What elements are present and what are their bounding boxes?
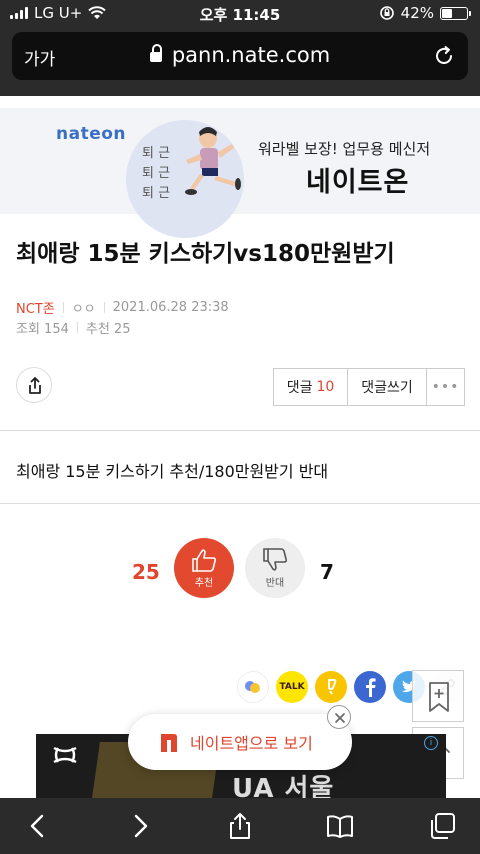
address-bar[interactable]: 가가 pann.nate.com (12, 32, 468, 80)
write-comment-button[interactable]: 댓글쓰기 (348, 369, 427, 405)
divider (62, 302, 64, 313)
browser-chrome: LG U+ 오후 11:45 42% 가가 pann.nate.com (0, 0, 480, 96)
open-in-app-button[interactable]: 네이트앱으로 보기 (128, 714, 352, 770)
author-name: ㅇㅇ (71, 302, 96, 317)
forward-icon[interactable] (126, 812, 154, 840)
article-meta: NCT존 ㅇㅇ 2021.06.28 23:38 (16, 298, 229, 317)
back-icon[interactable] (24, 812, 52, 840)
article-body: 최애랑 15분 키스하기 추천/180만원받기 반대 (16, 462, 329, 481)
share-icon (29, 377, 41, 394)
view-count: 조회 154 (16, 322, 69, 337)
open-in-app-label: 네이트앱으로 보기 (190, 734, 313, 753)
running-man-illustration (185, 127, 241, 195)
browser-toolbar (0, 798, 480, 854)
kakaostory-share-icon[interactable] (237, 671, 269, 703)
oppose-label: 반대 (265, 577, 285, 589)
ad-subtitle: 워라벨 보장! 업무용 메신저 (258, 140, 431, 158)
upvote-count: 25 (132, 560, 160, 584)
nate-logo-icon (161, 734, 177, 752)
comments-button[interactable]: 댓글 10 (274, 369, 348, 405)
ad-text: UA 서울 (232, 774, 335, 798)
category-link[interactable]: NCT존 (16, 298, 55, 317)
lock-icon (149, 44, 162, 63)
facebook-share-icon[interactable] (354, 671, 386, 703)
under-armour-logo (53, 746, 77, 764)
nateon-logo: nateon (56, 124, 127, 144)
oppose-button[interactable]: 반대 (245, 538, 305, 598)
close-app-banner-button[interactable] (327, 705, 351, 729)
ad-info-icon[interactable]: i (424, 736, 438, 750)
divider (0, 430, 480, 431)
reload-icon[interactable] (432, 44, 456, 68)
share-button[interactable] (16, 367, 52, 403)
battery-percent: 42% (400, 4, 434, 22)
article-title: 최애랑 15분 키스하기vs180만원받기 (16, 241, 395, 267)
ad-vertical-text: 퇴 근 퇴 근 퇴 근 (142, 146, 171, 201)
bookmark-button[interactable] (412, 670, 464, 722)
article-stats: 조회 154 추천 25 (16, 318, 130, 337)
ad-headline: 네이트온 (306, 167, 410, 198)
share-sheet-icon[interactable] (226, 812, 254, 840)
recommend-count: 추천 25 (85, 322, 131, 337)
bookmark-add-icon (429, 682, 449, 712)
more-button[interactable]: ••• (427, 369, 464, 405)
status-bar: LG U+ 오후 11:45 42% (0, 0, 480, 28)
divider (103, 302, 105, 313)
recommend-button[interactable]: 추천 (174, 538, 234, 598)
battery-icon (440, 6, 471, 20)
post-date: 2021.06.28 23:38 (112, 300, 229, 315)
comment-count: 10 (316, 379, 335, 395)
close-icon (335, 713, 345, 723)
thumbs-up-icon (192, 548, 217, 572)
kakao-page-share-icon[interactable] (315, 671, 347, 703)
tabs-icon[interactable] (428, 812, 456, 840)
bookmarks-icon[interactable] (326, 812, 354, 840)
nateon-ad-banner[interactable]: nateon 퇴 근 퇴 근 퇴 근 워라벨 보장! 업무용 메신저 네이트온 (0, 96, 480, 238)
divider (0, 503, 480, 504)
comment-actions: 댓글 10 댓글쓰기 ••• (273, 368, 465, 406)
thumbs-down-icon (263, 547, 288, 571)
downvote-count: 7 (320, 560, 334, 584)
url-domain: pann.nate.com (171, 43, 331, 67)
recommend-label: 추천 (194, 577, 214, 589)
orientation-lock-icon (379, 6, 394, 20)
kakaotalk-share-icon[interactable]: TALK (276, 671, 308, 703)
divider (76, 322, 78, 333)
